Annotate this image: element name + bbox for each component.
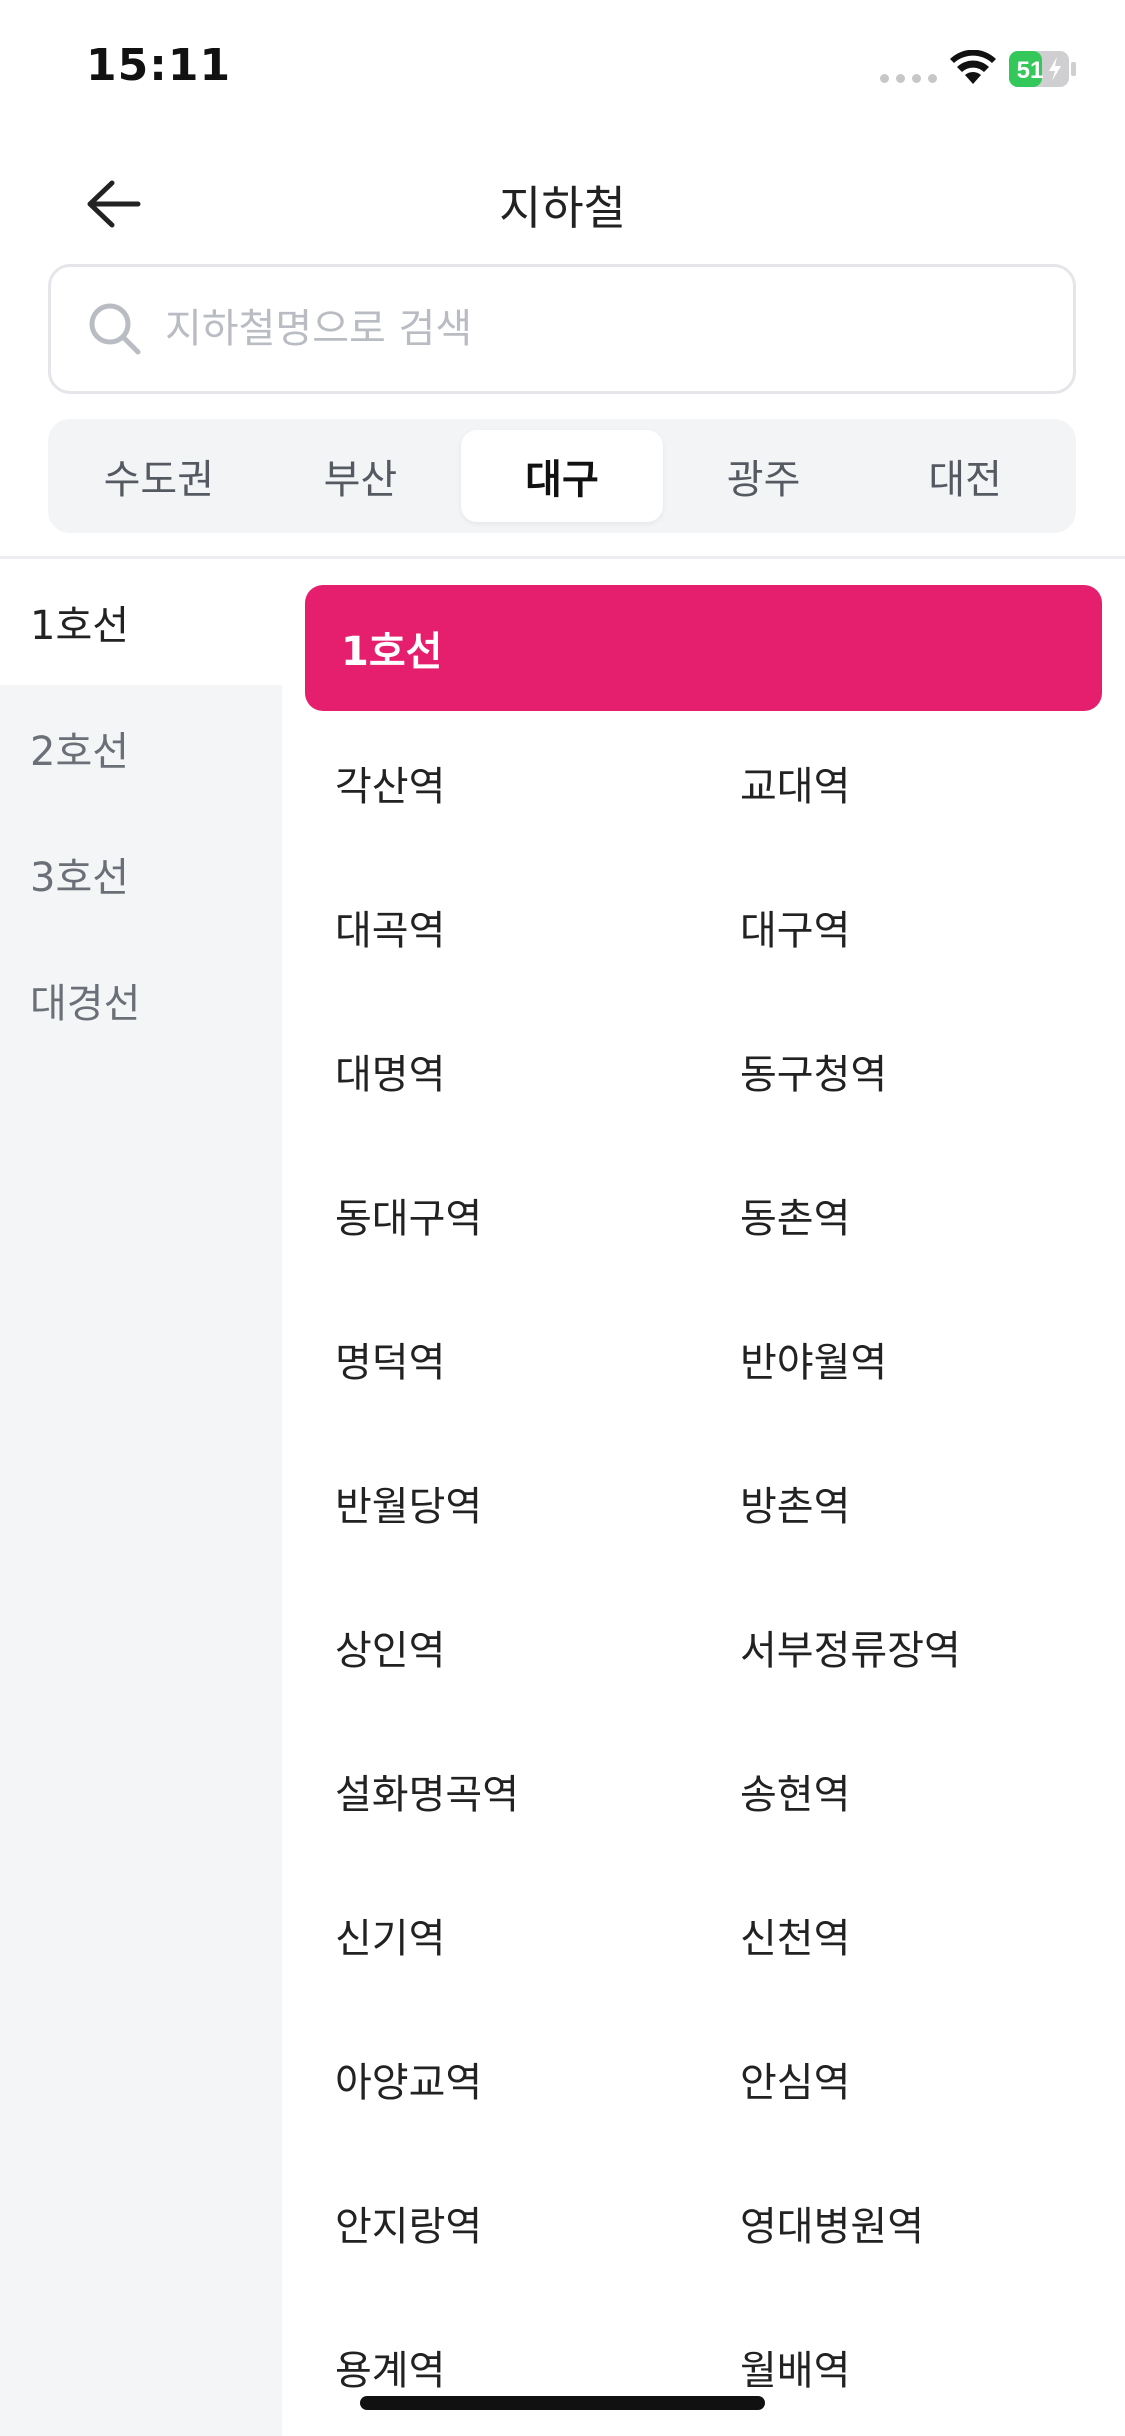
region-tabs: 수도권 부산 대구 광주 대전 xyxy=(48,419,1076,533)
home-indicator xyxy=(360,2396,765,2410)
station-grid: 각산역 교대역 대곡역 대구역 대명역 동구청역 동대구역 동촌역 명덕역 반야… xyxy=(282,711,1125,2436)
station-item[interactable]: 용계역 xyxy=(282,2295,687,2436)
station-item[interactable]: 반월당역 xyxy=(282,1431,687,1575)
station-item[interactable]: 명덕역 xyxy=(282,1287,687,1431)
station-item[interactable]: 대명역 xyxy=(282,999,687,1143)
station-item[interactable]: 아양교역 xyxy=(282,2007,687,2151)
tab-region-capital[interactable]: 수도권 xyxy=(58,430,260,522)
selected-line-header: 1호선 xyxy=(305,585,1102,711)
station-item[interactable]: 대곡역 xyxy=(282,855,687,999)
battery-icon: 51 xyxy=(1009,51,1076,87)
status-bar: 15:11 51 xyxy=(0,0,1125,130)
station-item[interactable]: 안지랑역 xyxy=(282,2151,687,2295)
station-item[interactable]: 교대역 xyxy=(687,711,1092,855)
sidebar-item-line-1[interactable]: 1호선 xyxy=(0,559,282,685)
station-item[interactable]: 영대병원역 xyxy=(687,2151,1092,2295)
station-item[interactable]: 월배역 xyxy=(687,2295,1092,2436)
station-item[interactable]: 반야월역 xyxy=(687,1287,1092,1431)
tab-region-gwangju[interactable]: 광주 xyxy=(663,430,865,522)
subway-station-picker: 15:11 51 지하철 지하철명으로 검색 수도권 부산 대구 광주 대전 1… xyxy=(0,0,1125,2436)
tab-region-daejeon[interactable]: 대전 xyxy=(864,430,1066,522)
station-item[interactable]: 신기역 xyxy=(282,1863,687,2007)
station-item[interactable]: 동구청역 xyxy=(687,999,1092,1143)
page-title: 지하철 xyxy=(499,181,626,235)
tab-region-busan[interactable]: 부산 xyxy=(260,430,462,522)
search-box[interactable] xyxy=(48,264,1076,394)
header: 지하철 xyxy=(0,150,1125,260)
battery-level: 51 xyxy=(1017,57,1044,84)
status-time: 15:11 xyxy=(86,40,232,91)
station-item[interactable]: 각산역 xyxy=(282,711,687,855)
station-item[interactable]: 방촌역 xyxy=(687,1431,1092,1575)
search-input[interactable] xyxy=(165,306,1045,352)
sidebar-item-line-2[interactable]: 2호선 xyxy=(0,685,282,811)
station-item[interactable]: 상인역 xyxy=(282,1575,687,1719)
station-item[interactable]: 동촌역 xyxy=(687,1143,1092,1287)
station-item[interactable]: 안심역 xyxy=(687,2007,1092,2151)
tab-region-daegu[interactable]: 대구 xyxy=(461,430,663,522)
wifi-icon xyxy=(950,50,996,84)
sidebar-item-daegyeong-line[interactable]: 대경선 xyxy=(0,937,282,1063)
station-item[interactable]: 신천역 xyxy=(687,1863,1092,2007)
cellular-signal-icon xyxy=(880,74,937,83)
station-item[interactable]: 대구역 xyxy=(687,855,1092,999)
station-item[interactable]: 송현역 xyxy=(687,1719,1092,1863)
line-sidebar: 1호선 2호선 3호선 대경선 xyxy=(0,559,282,2436)
sidebar-item-line-3[interactable]: 3호선 xyxy=(0,811,282,937)
station-item[interactable]: 서부정류장역 xyxy=(687,1575,1092,1719)
station-item[interactable]: 동대구역 xyxy=(282,1143,687,1287)
station-item[interactable]: 설화명곡역 xyxy=(282,1719,687,1863)
station-list-panel: 1호선 각산역 교대역 대곡역 대구역 대명역 동구청역 동대구역 동촌역 명덕… xyxy=(282,559,1125,2436)
search-icon xyxy=(89,303,141,355)
